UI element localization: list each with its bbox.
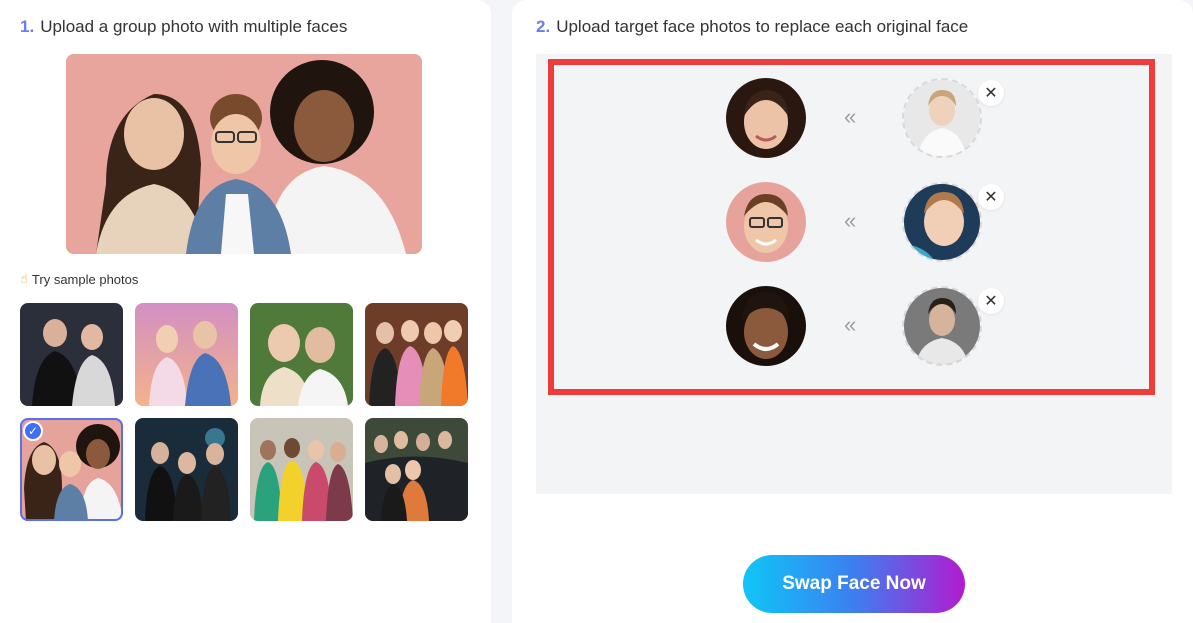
sample-photo-3[interactable] — [250, 303, 353, 406]
remove-target-1-button[interactable]: ✕ — [978, 80, 1004, 106]
sample-photo-8[interactable] — [365, 418, 468, 521]
group-photo-preview[interactable] — [66, 54, 422, 254]
remove-target-3-button[interactable]: ✕ — [978, 288, 1004, 314]
group-photo-image — [66, 54, 422, 254]
group-photo-panel: 1. Upload a group photo with multiple fac… — [0, 0, 491, 623]
replace-arrow-icon: « — [844, 208, 856, 233]
replace-arrow-icon: « — [844, 312, 856, 337]
step-1-text: Upload a group photo with multiple faces — [40, 17, 348, 36]
sample-photo-7[interactable] — [250, 418, 353, 521]
sample-photo-2-image — [135, 303, 238, 406]
sample-photos-label: ☝ Try sample photos — [20, 271, 138, 287]
sample-photo-6-image — [135, 418, 238, 521]
selected-check-icon: ✓ — [23, 421, 43, 441]
remove-target-2-button[interactable]: ✕ — [978, 184, 1004, 210]
face-pair-row: « ✕ — [536, 182, 1172, 264]
pointing-hand-icon: ☝ — [20, 271, 28, 286]
sample-photo-grid: ✓ — [20, 303, 468, 521]
target-face-1-image — [904, 80, 980, 156]
face-pair-row: « ✕ — [536, 286, 1172, 368]
original-face-1-image — [726, 78, 806, 158]
sample-photo-7-image — [250, 418, 353, 521]
replace-arrow-icon: « — [844, 104, 856, 129]
target-face-2-image — [904, 184, 980, 260]
sample-photo-1[interactable] — [20, 303, 123, 406]
sample-photo-2[interactable] — [135, 303, 238, 406]
sample-photo-3-image — [250, 303, 353, 406]
target-face-1[interactable] — [902, 78, 982, 158]
step-1-title: 1. Upload a group photo with multiple fac… — [20, 17, 347, 37]
step-2-text: Upload target face photos to replace eac… — [556, 17, 969, 36]
original-face-3 — [726, 286, 806, 366]
sample-photo-5[interactable]: ✓ — [20, 418, 123, 521]
original-face-2 — [726, 182, 806, 262]
step-2-title: 2. Upload target face photos to replace e… — [536, 17, 968, 37]
face-pair-row: « ✕ — [536, 78, 1172, 160]
sample-photo-4[interactable] — [365, 303, 468, 406]
sample-photos-text: Try sample photos — [31, 271, 139, 287]
face-mapping-area: « ✕ « ✕ « ✕ — [536, 54, 1172, 494]
original-face-3-image — [726, 286, 806, 366]
original-face-2-image — [726, 182, 806, 262]
target-face-2[interactable] — [902, 182, 982, 262]
highlight-frame: « ✕ « ✕ « ✕ — [548, 59, 1155, 395]
sample-photo-4-image — [365, 303, 468, 406]
target-face-3[interactable] — [902, 286, 982, 366]
original-face-1 — [726, 78, 806, 158]
sample-photo-1-image — [20, 303, 123, 406]
sample-photo-6[interactable] — [135, 418, 238, 521]
sample-photo-8-image — [365, 418, 468, 521]
step-2-number: 2. — [536, 17, 551, 36]
target-faces-panel: 2. Upload target face photos to replace e… — [512, 0, 1193, 623]
step-1-number: 1. — [20, 17, 35, 36]
target-face-3-image — [904, 288, 980, 364]
swap-face-button[interactable]: Swap Face Now — [743, 555, 965, 613]
